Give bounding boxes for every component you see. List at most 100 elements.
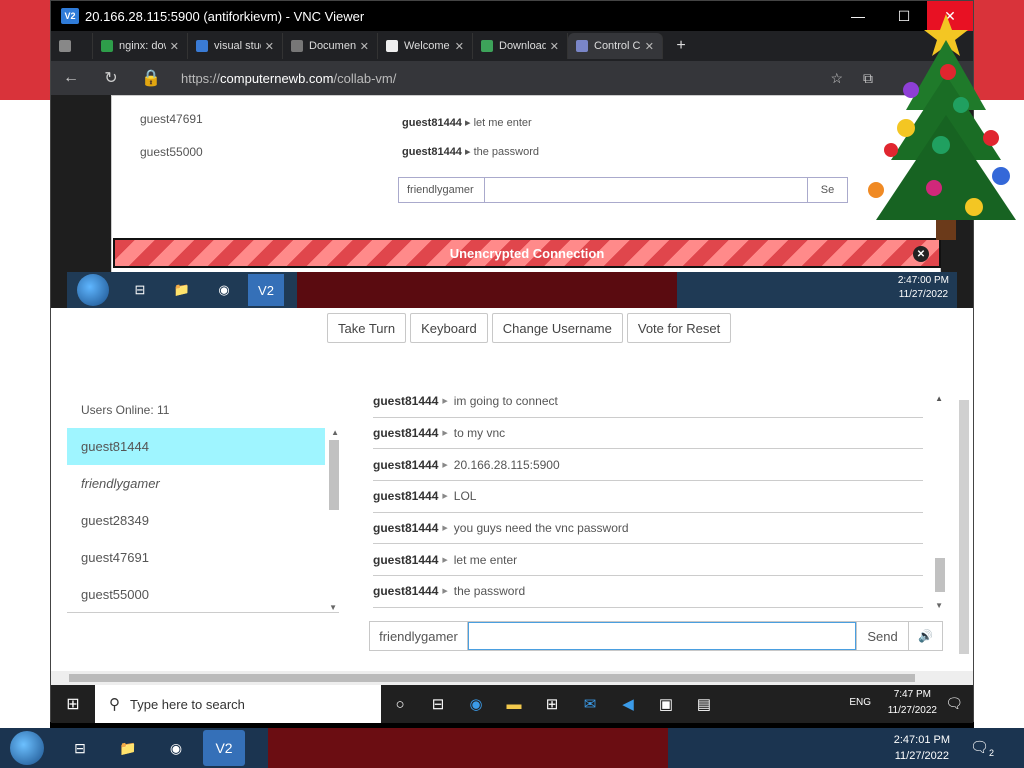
scroll-down-icon[interactable]: ▼ (329, 603, 337, 612)
close-icon[interactable]: ✕ (455, 40, 464, 53)
task-view-icon[interactable]: ⊟ (122, 274, 158, 306)
chat-message: guest81444 ▶ 20.166.28.115:5900 (373, 449, 923, 482)
banner-close-button[interactable]: ✕ (913, 246, 929, 262)
user-list-item[interactable]: guest28349 (67, 502, 325, 539)
remote-clock: 2:47:00 PM 11/27/2022 (897, 275, 949, 300)
host-desktop-left (0, 0, 50, 728)
notification-icon[interactable]: 🗨 (945, 695, 963, 712)
notification-icon[interactable]: 🗨2 (970, 738, 994, 758)
reload-icon[interactable]: ↻ (91, 68, 131, 88)
vm-toolbar: Take Turn Keyboard Change Username Vote … (327, 313, 732, 343)
scroll-down-icon[interactable]: ▼ (935, 601, 943, 610)
chrome-icon[interactable]: ◉ (155, 730, 197, 766)
chat-log[interactable]: guest81444 ▶ im going to connect guest8144… (373, 386, 945, 612)
christmas-tree-icon (868, 14, 1016, 240)
user-list-item[interactable]: guest47691 (67, 539, 325, 576)
cortana-icon[interactable]: ○ (381, 685, 419, 723)
url-field[interactable]: https://computernewb.com/collab-vm/ (181, 71, 396, 86)
nginx-icon (101, 40, 113, 52)
collab-vm-page: Take Turn Keyboard Change Username Vote … (51, 308, 973, 686)
vscode-icon[interactable]: ◀ (609, 685, 647, 723)
chat-input[interactable] (468, 622, 856, 650)
send-button[interactable]: Send (856, 622, 908, 650)
taskbar-search[interactable]: ⚲ Type here to search (95, 685, 381, 723)
close-icon[interactable]: ✕ (550, 40, 559, 53)
favorites-icon[interactable]: ☆ (830, 70, 843, 87)
page-icon (291, 40, 303, 52)
control-icon (576, 40, 588, 52)
scroll-up-icon[interactable]: ▲ (331, 428, 339, 437)
keyboard-button[interactable]: Keyboard (410, 313, 488, 343)
horizontal-scrollbar[interactable] (51, 671, 973, 685)
tab-label: Documenta (309, 40, 356, 52)
chat-message: guest81444 ▶ let me enter (373, 544, 923, 577)
close-icon[interactable]: ✕ (265, 40, 274, 53)
folder-icon[interactable]: 📁 (164, 274, 200, 306)
take-turn-button[interactable]: Take Turn (327, 313, 407, 343)
close-icon[interactable]: ✕ (170, 40, 179, 53)
new-tab-button[interactable]: + (663, 33, 699, 59)
close-icon[interactable]: ✕ (360, 40, 369, 53)
user-list-item[interactable]: guest81444 (67, 428, 325, 465)
win10-taskbar: ⊞ ⚲ Type here to search ○ ⊟ ◉ ▬ ⊞ ✉ ◀ ▣ … (51, 685, 973, 723)
user-list-item[interactable]: friendlygamer (67, 465, 325, 502)
tab-actions-icon (59, 40, 71, 52)
tab-label: Download T (499, 40, 546, 52)
vnc-app-icon[interactable]: V2 (248, 274, 284, 306)
task-view-icon[interactable]: ⊟ (419, 685, 457, 723)
tab-strip-icon[interactable] (51, 33, 93, 59)
close-icon[interactable]: ✕ (645, 40, 654, 53)
edge-icon[interactable]: ◉ (457, 685, 495, 723)
change-username-button[interactable]: Change Username (491, 313, 623, 343)
vnc-app-icon[interactable]: V2 (203, 730, 245, 766)
tab-nginx[interactable]: nginx: dowr ✕ (93, 33, 188, 59)
chrome-icon[interactable]: ◉ (206, 274, 242, 306)
nested-send: Se (807, 178, 847, 202)
tab-download[interactable]: Download T ✕ (473, 33, 568, 59)
chat-input-row: friendlygamer Send 🔊 (369, 621, 943, 651)
lock-icon: 🔒 (141, 70, 161, 87)
nested-user: guest47691 (140, 112, 203, 126)
chat-scrollbar[interactable] (935, 558, 945, 592)
chat-message: guest81444 ▶ im going to connect (373, 386, 923, 418)
tab-label: Control Cc (594, 40, 641, 52)
user-list-scrollbar[interactable] (329, 440, 339, 510)
app-icon[interactable]: ▣ (647, 685, 685, 723)
host-clock[interactable]: 2:47:01 PM 11/27/2022 (894, 732, 950, 764)
task-view-icon[interactable]: ⊟ (59, 730, 101, 766)
search-placeholder: Type here to search (130, 696, 245, 712)
tab-welcome[interactable]: Welcome tc ✕ (378, 33, 473, 59)
vote-reset-button[interactable]: Vote for Reset (626, 313, 732, 343)
app-icon[interactable]: ▤ (685, 685, 723, 723)
chat-username[interactable]: friendlygamer (370, 622, 468, 650)
store-icon[interactable]: ⊞ (533, 685, 571, 723)
scroll-up-icon[interactable]: ▲ (935, 394, 943, 403)
win10-clock[interactable]: 7:47 PM 11/27/2022 (888, 687, 937, 719)
tab-documentation[interactable]: Documenta ✕ (283, 33, 378, 59)
tab-label: nginx: dowr (119, 40, 166, 52)
url-prefix: https:// (181, 70, 221, 86)
vnc-viewer-window: V2 20.166.28.115:5900 (antiforkievm) - V… (50, 0, 974, 723)
back-icon[interactable]: ← (51, 69, 91, 87)
browser-tab-bar: nginx: dowr ✕ visual studic ✕ Documenta ✕ W… (51, 31, 973, 61)
tab-control[interactable]: Control Cc ✕ (568, 33, 663, 59)
search-icon: ⚲ (109, 696, 120, 713)
nested-username: friendlygamer (399, 178, 485, 202)
user-list[interactable]: guest81444 friendlygamer guest28349 gues… (67, 428, 339, 613)
page-scrollbar[interactable] (959, 400, 969, 654)
nested-message: guest81444 ▸ the password (402, 146, 540, 158)
tab-visual-studio[interactable]: visual studic ✕ (188, 33, 283, 59)
chat-message: guest81444 ▶ LOL (373, 481, 923, 513)
language-indicator[interactable]: ENG (849, 697, 871, 708)
nested-message: guest81444 ▸ let me enter (402, 117, 532, 129)
chat-message: guest81444 ▶ to my vnc (373, 418, 923, 450)
vnc-title-bar[interactable]: V2 20.166.28.115:5900 (antiforkievm) - V… (51, 1, 973, 31)
mail-icon[interactable]: ✉ (571, 685, 609, 723)
folder-icon[interactable]: 📁 (107, 730, 149, 766)
windows-start-icon[interactable]: ⊞ (51, 685, 95, 723)
user-list-item[interactable]: guest55000 (67, 576, 325, 613)
windows-start-icon[interactable] (77, 274, 109, 306)
volume-icon[interactable]: 🔊 (908, 622, 942, 650)
windows-start-icon[interactable] (10, 731, 44, 765)
folder-icon[interactable]: ▬ (495, 685, 533, 723)
